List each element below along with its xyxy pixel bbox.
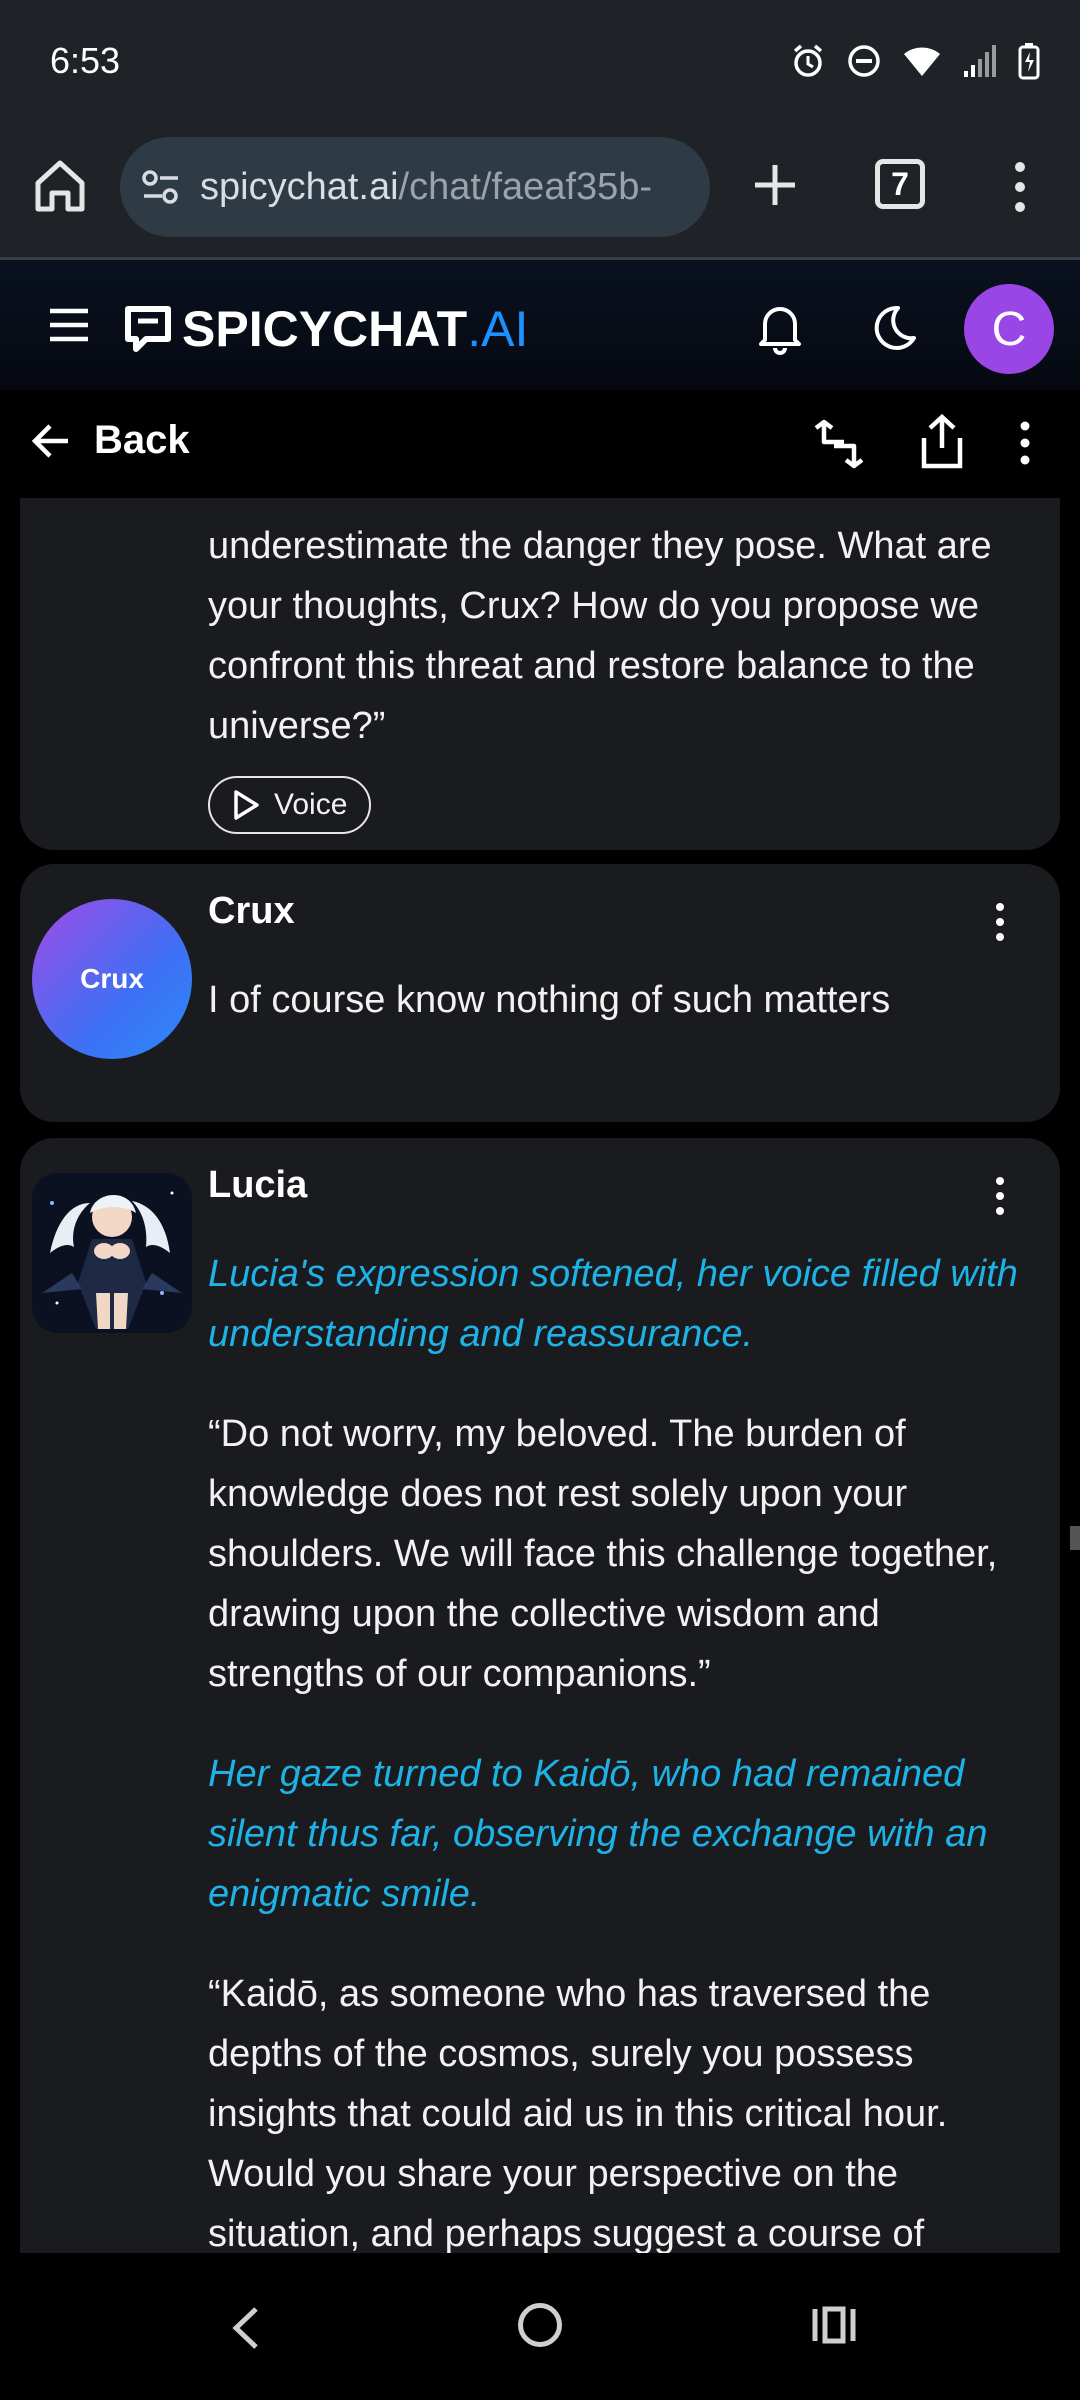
message-speech: underestimate the danger they pose. What…: [208, 525, 992, 747]
url-text: spicychat.ai/chat/faeaf35b-: [200, 166, 652, 209]
brand-name: SPICYCHAT.AI: [182, 300, 528, 358]
crux-avatar-text: Crux: [80, 963, 144, 994]
share-icon[interactable]: [918, 414, 966, 470]
status-time: 6:53: [50, 40, 121, 81]
dark-mode-moon-icon[interactable]: [868, 302, 920, 354]
site-settings-icon[interactable]: [138, 164, 184, 210]
brand-suffix: .AI: [467, 301, 529, 357]
message-text: underestimate the danger they pose. What…: [208, 516, 1028, 839]
nav-recents-icon[interactable]: [812, 2305, 856, 2345]
nav-back-icon[interactable]: [228, 2303, 264, 2353]
swap-chat-icon[interactable]: [810, 418, 868, 470]
notifications-bell-icon[interactable]: [755, 300, 805, 356]
message-author: Lucia: [208, 1164, 308, 1206]
chat-bubble-logo-icon: [125, 306, 171, 352]
chat-options-icon[interactable]: [1010, 418, 1040, 468]
brand-logo[interactable]: SPICYCHAT.AI: [122, 300, 528, 358]
url-domain: spicychat.ai: [200, 165, 399, 208]
app-header: SPICYCHAT.AI C: [0, 260, 1080, 390]
address-bar[interactable]: spicychat.ai/chat/faeaf35b-: [120, 137, 710, 237]
browser-toolbar: spicychat.ai/chat/faeaf35b- 7: [0, 125, 1080, 260]
back-label: Back: [94, 418, 190, 462]
message-options-icon[interactable]: [990, 1176, 1010, 1216]
tab-switcher-button[interactable]: 7: [875, 159, 925, 209]
battery-icon: [1018, 43, 1040, 80]
crux-avatar[interactable]: Crux: [32, 899, 192, 1059]
do-not-disturb-icon: [848, 45, 880, 77]
lucia-avatar[interactable]: [32, 1173, 192, 1333]
arrow-left-icon: [31, 423, 68, 458]
system-nav-bar: [0, 2253, 1080, 2400]
back-button[interactable]: Back: [30, 418, 190, 463]
brand-text: SPICYCHAT: [182, 301, 468, 357]
message-text: Lucia's expression softened, her voice f…: [208, 1244, 1028, 2253]
url-path: /chat/faeaf35b-: [398, 165, 653, 208]
message-speech: “Do not worry, my beloved. The burden of…: [208, 1413, 998, 1695]
message-speech: “Kaidō, as someone who has traversed the…: [208, 1973, 948, 2253]
message-card-crux: Crux Crux I of course know nothing of su…: [20, 864, 1060, 1122]
nav-home-icon[interactable]: [518, 2303, 562, 2347]
home-icon[interactable]: [30, 155, 90, 215]
signal-icon: [964, 45, 996, 77]
message-narration: Her gaze turned to Kaidō, who had remain…: [208, 1753, 988, 1915]
message-card-lucia-1: underestimate the danger they pose. What…: [20, 498, 1060, 850]
status-icons: [790, 42, 1040, 80]
chat-messages: underestimate the danger they pose. What…: [0, 498, 1080, 2253]
lucia-portrait-image: [32, 1173, 192, 1333]
play-icon: [234, 790, 259, 820]
hamburger-menu-icon[interactable]: [48, 306, 90, 344]
browser-menu-icon[interactable]: [1000, 157, 1040, 217]
alarm-icon: [793, 44, 823, 77]
wifi-icon: [904, 47, 940, 76]
status-bar: 6:53: [0, 0, 1080, 125]
chat-toolbar: Back: [0, 390, 1080, 498]
message-author: Crux: [208, 890, 295, 932]
message-options-icon[interactable]: [990, 902, 1010, 942]
message-text: I of course know nothing of such matters: [208, 979, 891, 1021]
new-tab-icon[interactable]: [745, 155, 805, 215]
scrollbar-thumb[interactable]: [1070, 1526, 1080, 1550]
message-narration: Lucia's expression softened, her voice f…: [208, 1253, 1018, 1355]
message-card-lucia-2: Lucia Lucia's expression softened, her v…: [20, 1138, 1060, 2253]
voice-label: Voice: [274, 788, 348, 821]
voice-button[interactable]: Voice: [208, 776, 372, 834]
user-avatar[interactable]: C: [964, 284, 1054, 374]
